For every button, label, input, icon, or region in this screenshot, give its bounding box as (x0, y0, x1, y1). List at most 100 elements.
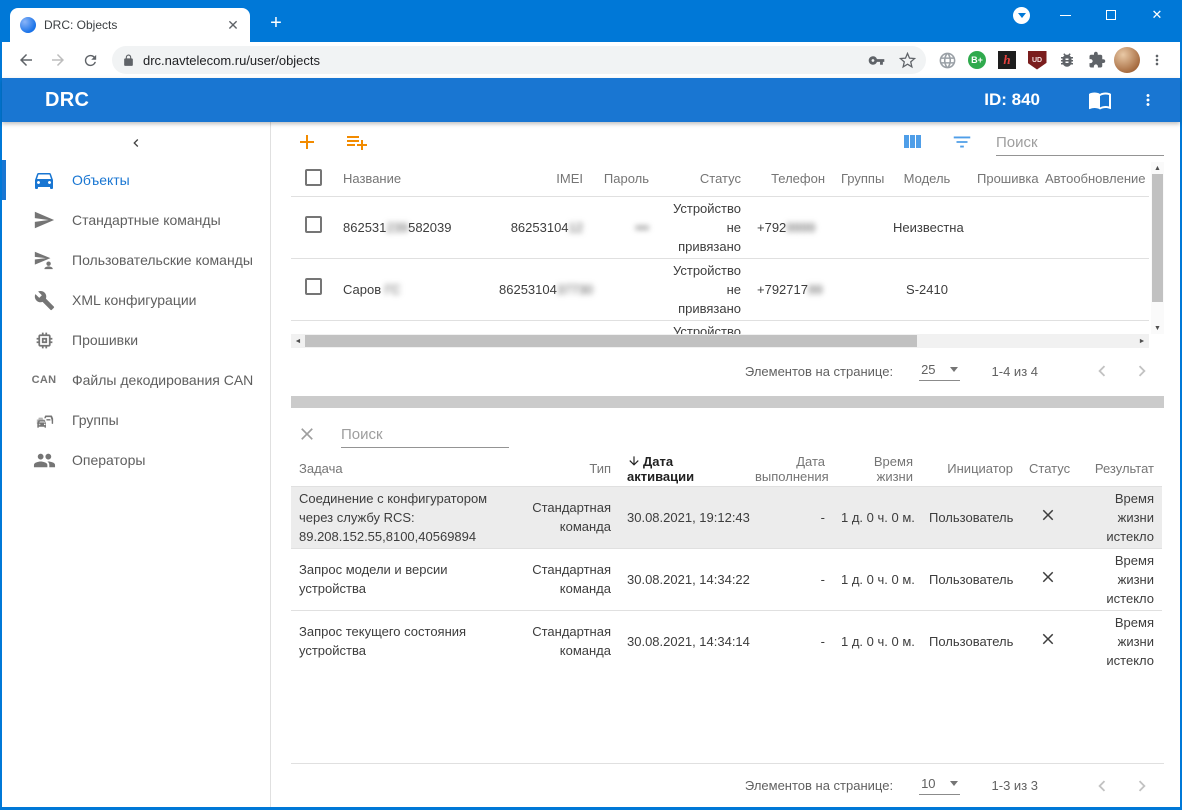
vertical-scroll-thumb[interactable] (1152, 174, 1163, 302)
reload-icon[interactable] (76, 46, 104, 74)
bplus-extension-icon[interactable]: B+ (964, 47, 990, 73)
scroll-left-icon[interactable]: ◄ (291, 334, 305, 348)
col-header-firmware[interactable]: Прошивка (969, 162, 1039, 196)
col-header-status[interactable]: Статус (1021, 452, 1075, 486)
objects-search[interactable] (996, 132, 1164, 156)
col-header-completion[interactable]: Дата выполнения (747, 452, 833, 486)
task-row[interactable]: Запрос модели и версии устройства Станда… (291, 547, 1162, 610)
scroll-down-icon[interactable]: ▼ (1151, 322, 1164, 334)
col-header-groups[interactable]: Группы (833, 162, 885, 196)
col-header-task[interactable]: Задача (291, 452, 523, 486)
status-cell: Устройство (657, 319, 749, 334)
horizontal-scrollbar[interactable]: ◄ ► (291, 334, 1149, 348)
objects-search-input[interactable] (996, 132, 1164, 155)
maximize-button[interactable] (1088, 0, 1134, 30)
dropdown-caret-icon (949, 781, 958, 790)
sidebar-item-label: Объекты (72, 172, 130, 188)
ublock-shield-extension-icon[interactable]: UD (1024, 47, 1050, 73)
tasks-search-input[interactable] (341, 424, 509, 447)
select-all-checkbox[interactable] (304, 168, 322, 186)
window-controls: ✕ (1042, 0, 1180, 30)
prev-page-button[interactable] (1086, 770, 1118, 802)
horizontal-scroll-thumb[interactable] (305, 335, 917, 347)
sidebar-item-firmwares[interactable]: Прошивки (2, 320, 270, 360)
address-bar[interactable]: drc.navtelecom.ru/user/objects (112, 46, 926, 74)
sidebar-item-objects[interactable]: Объекты (2, 160, 270, 200)
h-extension-icon[interactable]: h (994, 47, 1020, 73)
col-header-password[interactable]: Пароль (591, 162, 657, 196)
bug-extension-icon[interactable] (1054, 47, 1080, 73)
col-header-lifetime[interactable]: Время жизни (833, 452, 921, 486)
browser-window: DRC: Objects ✕ + ✕ drc.navtelecom.ru/use… (0, 0, 1182, 810)
sidebar-item-label: Операторы (72, 452, 146, 468)
col-header-initiator[interactable]: Инициатор (921, 452, 1021, 486)
col-header-model[interactable]: Модель (885, 162, 969, 196)
sidebar-item-operators[interactable]: Операторы (2, 440, 270, 480)
next-page-button[interactable] (1126, 355, 1158, 387)
col-header-activation-sorted[interactable]: Дата активации (619, 452, 747, 486)
password-key-icon[interactable] (868, 52, 885, 69)
scroll-right-icon[interactable]: ► (1135, 334, 1149, 348)
col-header-result[interactable]: Результат (1075, 452, 1162, 486)
object-row[interactable]: Устройство (291, 319, 1149, 334)
docs-book-icon[interactable] (1084, 84, 1116, 116)
sidebar-collapse-button[interactable] (2, 126, 270, 160)
task-row[interactable]: Запрос текущего состояния устройства Ста… (291, 609, 1162, 672)
page-range: 1-3 из 3 (991, 778, 1038, 793)
back-icon[interactable] (12, 46, 40, 74)
object-row[interactable]: Саров ГС 8625310437730 Устройство не при… (291, 257, 1149, 320)
status-cell: Устройство не привязано (657, 257, 749, 320)
tab-search-icon[interactable] (1013, 7, 1030, 24)
extensions-puzzle-icon[interactable] (1084, 47, 1110, 73)
vertical-scrollbar[interactable]: ▲ ▼ (1151, 162, 1164, 334)
tab-close-icon[interactable]: ✕ (224, 16, 242, 34)
page-size-select[interactable]: 10 (919, 776, 960, 795)
prev-page-button[interactable] (1086, 355, 1118, 387)
tasks-search[interactable] (341, 424, 509, 448)
add-multiple-objects-button[interactable] (341, 126, 373, 158)
filter-button[interactable] (946, 126, 978, 158)
sidebar-item-groups[interactable]: Группы (2, 400, 270, 440)
columns-view-button[interactable] (896, 126, 928, 158)
col-header-status[interactable]: Статус (657, 162, 749, 196)
task-failed-icon (1021, 547, 1075, 610)
object-row[interactable]: 862531239582039 8625310412 ••• Устройств… (291, 195, 1149, 258)
url-text[interactable]: drc.navtelecom.ru/user/objects (143, 53, 868, 68)
col-header-imei[interactable]: IMEI (491, 162, 591, 196)
objects-table-wrap: Название IMEI Пароль Статус Телефон Груп… (291, 162, 1164, 334)
col-header-autoupdate[interactable]: Автообновление (1037, 162, 1149, 196)
sidebar-item-xml-configs[interactable]: XML конфигурации (2, 280, 270, 320)
task-failed-icon (1021, 609, 1075, 672)
objects-toolbar (291, 122, 1164, 162)
row-checkbox[interactable] (304, 216, 322, 233)
row-checkbox[interactable] (304, 278, 322, 295)
sidebar-item-label: Прошивки (72, 332, 139, 348)
sidebar-item-can-files[interactable]: CAN Файлы декодирования CAN (2, 360, 270, 400)
next-page-button[interactable] (1126, 770, 1158, 802)
forward-icon[interactable] (44, 46, 72, 74)
task-failed-icon (1021, 485, 1075, 548)
col-header-name[interactable]: Название (335, 162, 491, 196)
status-cell: Устройство не привязано (657, 195, 749, 258)
col-header-type[interactable]: Тип (523, 452, 619, 486)
profile-avatar[interactable] (1114, 47, 1140, 73)
globe-extension-icon[interactable] (934, 47, 960, 73)
close-button[interactable]: ✕ (1134, 0, 1180, 30)
panel-splitter[interactable] (291, 396, 1164, 408)
col-header-phone[interactable]: Телефон (749, 162, 833, 196)
car-icon (32, 168, 56, 192)
new-tab-button[interactable]: + (264, 13, 288, 33)
task-row[interactable]: Соединение с конфигуратором через службу… (291, 485, 1162, 548)
scroll-up-icon[interactable]: ▲ (1151, 162, 1164, 174)
page-size-select[interactable]: 25 (919, 362, 960, 381)
browser-menu-icon[interactable] (1144, 47, 1170, 73)
can-text-icon: CAN (31, 374, 57, 386)
app-menu-dots-icon[interactable] (1132, 84, 1164, 116)
minimize-button[interactable] (1042, 0, 1088, 30)
add-object-button[interactable] (291, 126, 323, 158)
browser-tab[interactable]: DRC: Objects ✕ (10, 8, 250, 42)
sidebar-item-user-commands[interactable]: Пользовательские команды (2, 240, 270, 280)
sidebar-item-standard-commands[interactable]: Стандартные команды (2, 200, 270, 240)
bookmark-star-icon[interactable] (899, 51, 916, 69)
close-tasks-panel-button[interactable] (291, 418, 323, 450)
